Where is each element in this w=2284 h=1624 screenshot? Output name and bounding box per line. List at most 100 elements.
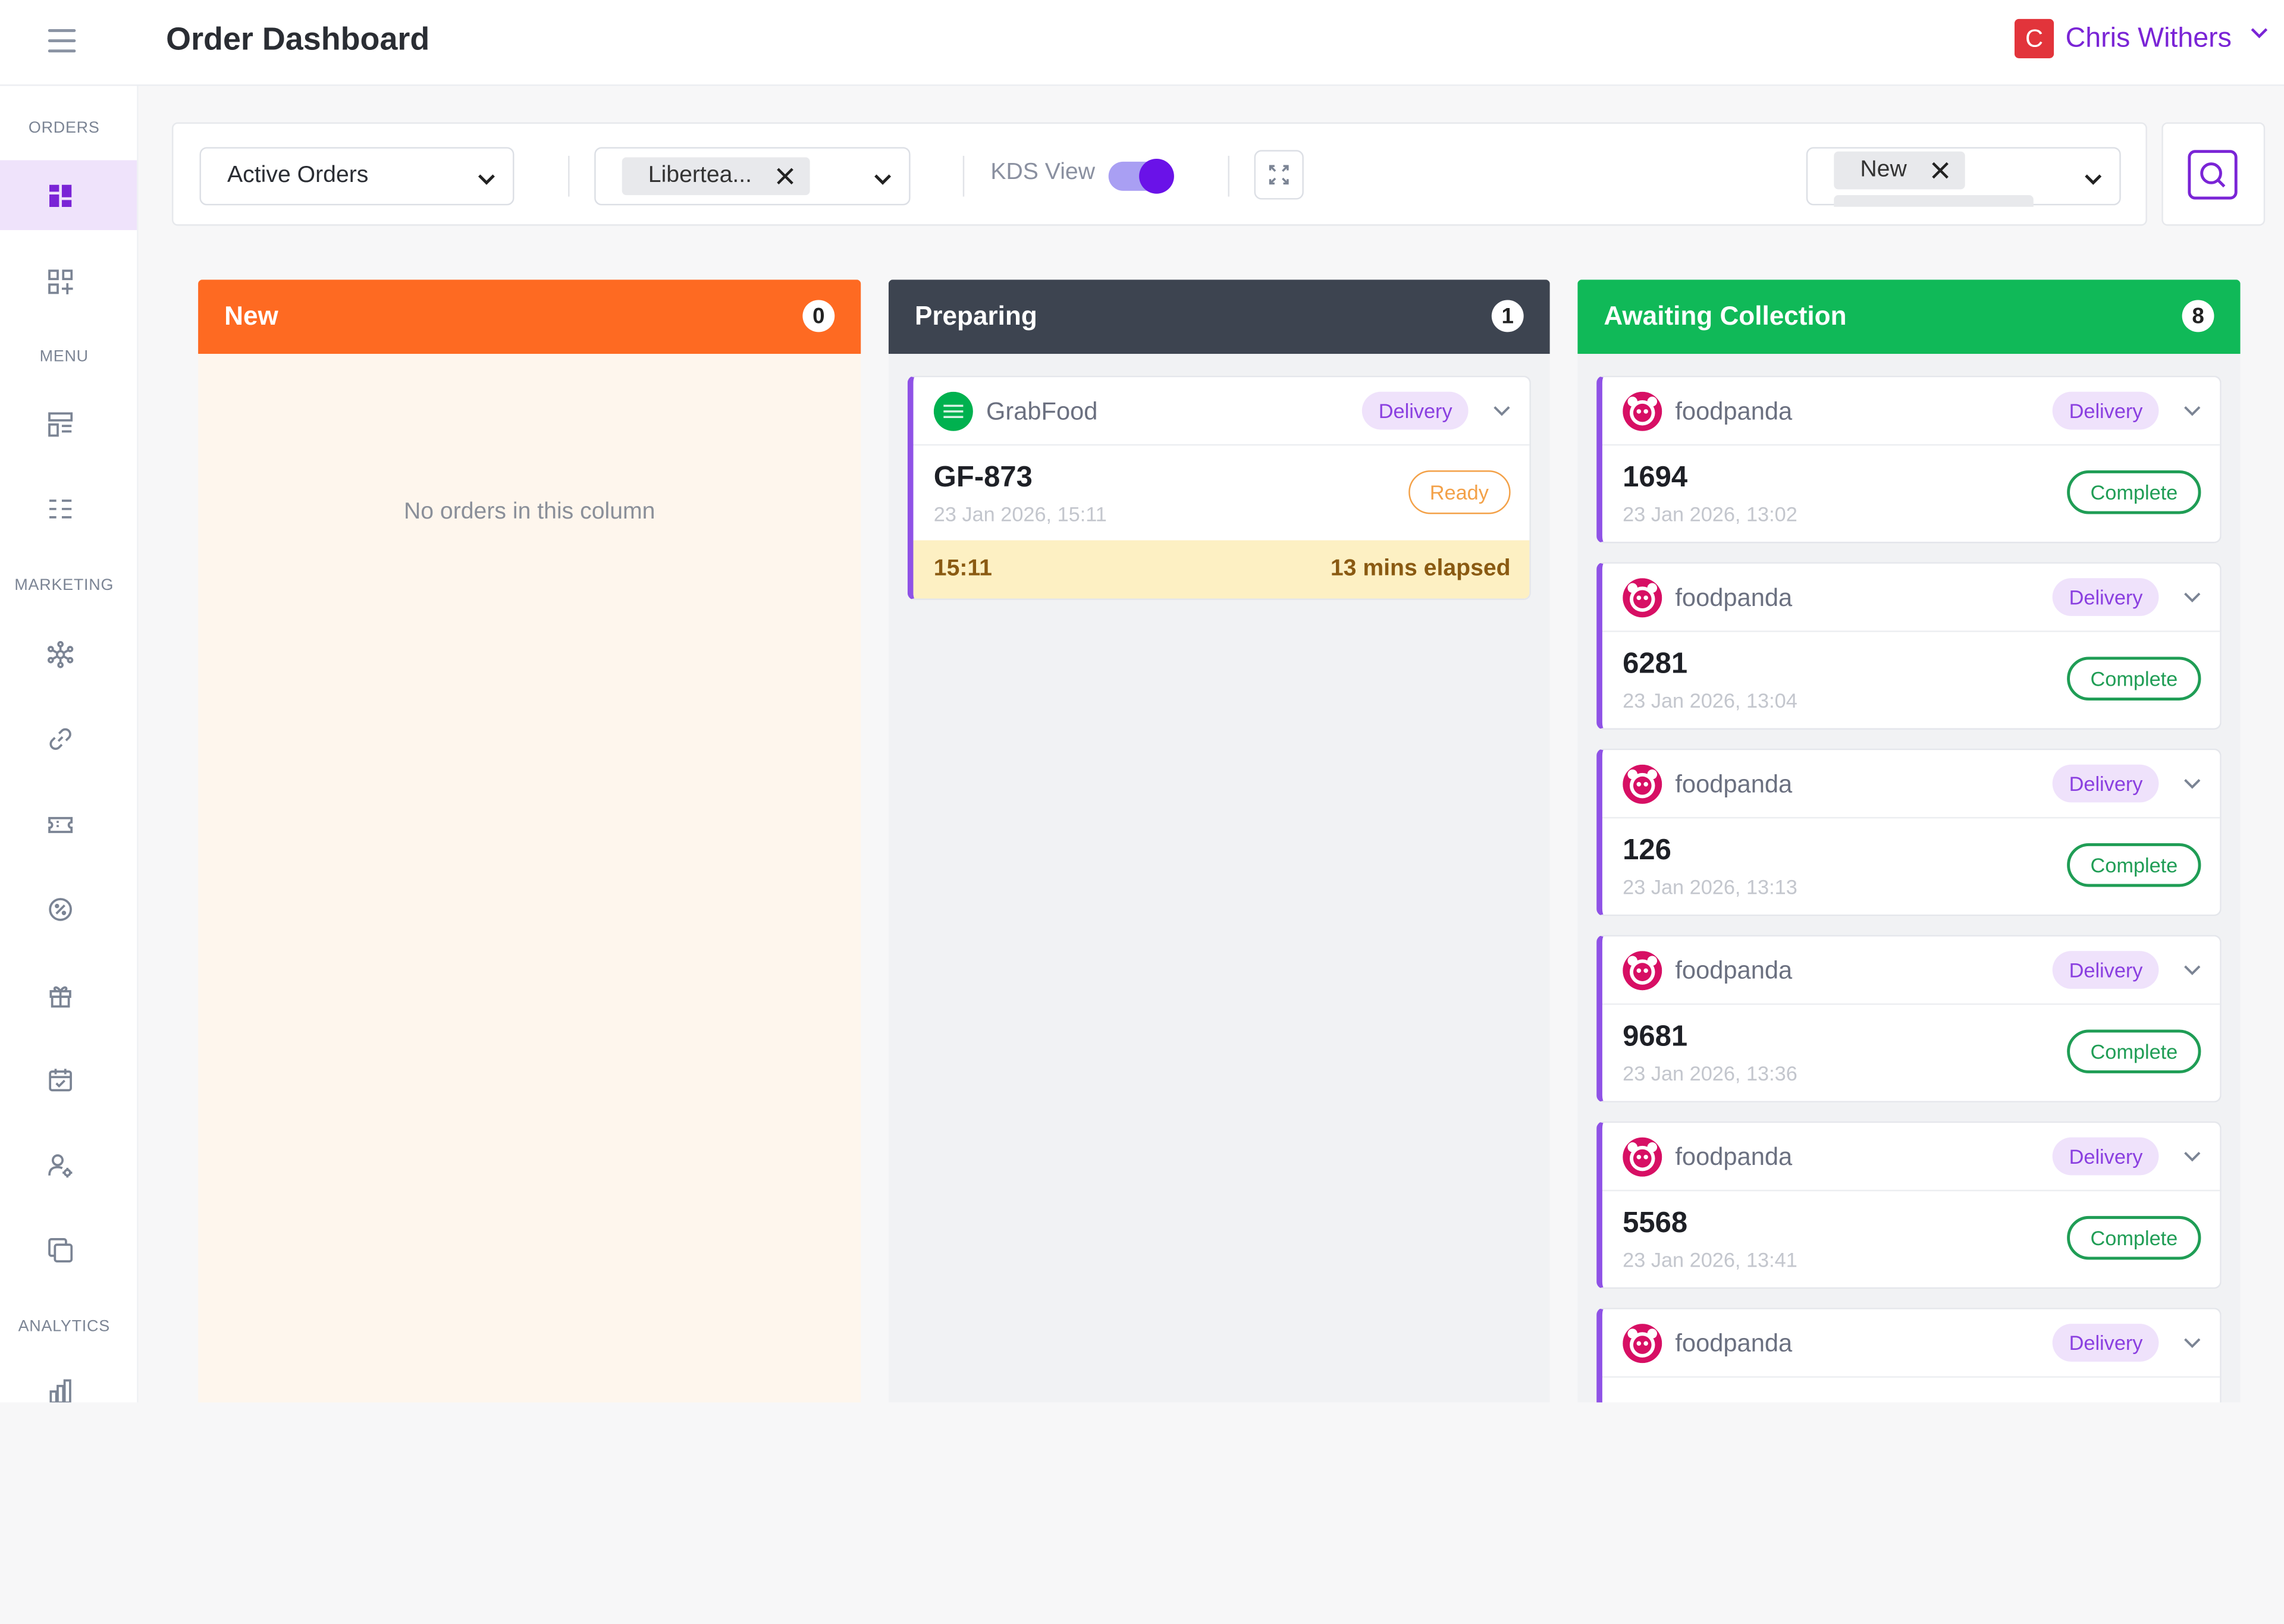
status-select[interactable]: New [1806,147,2121,207]
ticket-icon [47,816,72,833]
column-header: New 0 [198,279,861,354]
column-new: New 0 No orders in this column [198,279,861,1403]
order-timestamp: 23 Jan 2026, 13:04 [1623,689,1797,712]
column-title: Preparing [914,301,1037,331]
sidebar-item-analytics[interactable] [0,1356,137,1403]
elapsed-duration: 13 mins elapsed [1330,556,1511,582]
sidebar-section-analytics: ANALYTICS [18,1318,110,1336]
fullscreen-button[interactable] [1254,150,1304,200]
card-header: foodpanda Delivery [1602,1309,2220,1378]
sidebar-item-calendar[interactable] [0,1044,137,1114]
chevron-down-icon [478,174,495,185]
card-header: foodpanda Delivery [1602,937,2220,1005]
sidebar-item-network[interactable] [0,619,137,689]
sidebar: ORDERS MENU MARKETING ANALYTICS [0,86,139,1403]
chevron-down-icon[interactable] [2182,1333,2203,1353]
card-header: foodpanda Delivery [1602,1123,2220,1192]
top-header: Order Dashboard C Chris Withers [0,0,2284,86]
chevron-down-icon[interactable] [2182,1146,2203,1166]
foodpanda-logo-icon [1623,951,1662,991]
search-button[interactable] [2188,150,2238,200]
chevron-down-icon[interactable] [1492,400,1512,420]
elapsed-bar: 15:11 13 mins elapsed [913,540,1530,599]
order-number: GF-873 [933,461,1033,494]
status-chip: New [1834,151,1965,190]
sidebar-item-menu-list[interactable] [0,473,137,544]
divider [1228,156,1229,197]
hamburger-menu-icon[interactable] [46,25,79,57]
chevron-down-icon [874,174,892,185]
platform-name: foodpanda [1675,584,1793,612]
store-chip: Libertea... [622,157,811,196]
column-title: New [224,301,278,331]
column-header: Awaiting Collection 8 [1577,279,2241,354]
grid-plus-icon [47,269,73,294]
sidebar-item-discounts[interactable] [0,874,137,944]
order-number: 6281 [1623,648,1688,680]
sidebar-item-copies[interactable] [0,1214,137,1284]
app-root: Order Dashboard C Chris Withers ORDERS M… [0,0,2284,1624]
expand-icon [1269,165,1289,185]
card-header: foodpanda Delivery [1602,564,2220,632]
foodpanda-logo-icon [1623,1137,1662,1177]
order-timestamp: 23 Jan 2026, 13:13 [1623,875,1797,899]
order-card[interactable]: GrabFood Delivery GF-873 23 Jan 2026, 15… [907,375,1531,600]
sidebar-section-orders: ORDERS [28,119,100,137]
store-chip-label: Libertea... [648,163,752,188]
complete-button[interactable]: Complete [2067,1215,2201,1260]
order-number: 5568 [1623,1207,1688,1240]
close-icon[interactable] [1930,160,1950,180]
order-timestamp: 23 Jan 2026, 13:02 [1623,502,1797,526]
complete-button[interactable]: Complete [2067,843,2201,887]
column-awaiting-collection: Awaiting Collection 8 foodpanda Delivery… [1577,279,2241,1403]
sidebar-item-menu-layout[interactable] [0,389,137,459]
layout-icon [47,412,72,436]
link-icon [49,727,71,749]
sidebar-item-links[interactable] [0,703,137,774]
status-chip-label: New [1860,157,1907,183]
order-card[interactable]: foodpanda Delivery 126 23 Jan 2026, 13:1… [1596,748,2222,916]
platform-name: foodpanda [1675,1143,1793,1171]
complete-button[interactable]: Complete [2067,470,2201,514]
complete-button[interactable]: Complete [2067,1029,2201,1073]
order-type-badge: Delivery [2053,578,2159,616]
column-count-badge: 0 [802,300,835,332]
user-name: Chris Withers [2065,22,2232,54]
sidebar-item-vouchers[interactable] [0,789,137,859]
sidebar-item-customers[interactable] [0,1130,137,1200]
order-number: 9681 [1623,1020,1688,1053]
search-panel [2161,122,2266,226]
chevron-down-icon[interactable] [2182,587,2203,607]
chevron-down-icon[interactable] [2182,400,2203,420]
list-icon [48,498,71,518]
sidebar-section-marketing: MARKETING [14,576,114,595]
chevron-down-icon[interactable] [2182,773,2203,793]
ready-button[interactable]: Ready [1408,470,1511,514]
order-card[interactable]: foodpanda Delivery 1694 23 Jan 2026, 13:… [1596,375,2222,544]
platform-name: foodpanda [1675,1329,1793,1358]
bar-chart-icon [49,1378,71,1403]
kds-view-toggle[interactable] [1108,158,1174,194]
order-view-value: Active Orders [227,163,369,188]
empty-column-message: No orders in this column [403,500,655,524]
foodpanda-logo-icon [1623,1324,1662,1364]
column-body: foodpanda Delivery 1694 23 Jan 2026, 13:… [1577,354,2241,1403]
chip-overflow [1834,195,2034,207]
store-select[interactable]: Libertea... [594,147,911,206]
order-card[interactable]: foodpanda Delivery 5568 23 Jan 2026, 13:… [1596,1121,2222,1289]
column-header: Preparing 1 [888,279,1550,354]
filter-bar: Active Orders Libertea... KDS View New [171,122,2147,226]
complete-button[interactable]: Complete [2067,656,2201,701]
user-settings-icon [47,1153,72,1177]
sidebar-item-add-order[interactable] [0,246,137,316]
order-card[interactable]: foodpanda Delivery [1596,1308,2222,1403]
sidebar-item-order-dashboard[interactable] [0,160,137,230]
user-menu[interactable]: C Chris Withers [2014,18,2270,58]
chevron-down-icon[interactable] [2182,960,2203,980]
order-card[interactable]: foodpanda Delivery 9681 23 Jan 2026, 13:… [1596,935,2222,1102]
column-count-badge: 1 [1491,300,1524,332]
close-icon[interactable] [775,166,795,186]
sidebar-item-gifts[interactable] [0,960,137,1030]
order-view-select[interactable]: Active Orders [199,147,514,206]
order-card[interactable]: foodpanda Delivery 6281 23 Jan 2026, 13:… [1596,562,2222,730]
